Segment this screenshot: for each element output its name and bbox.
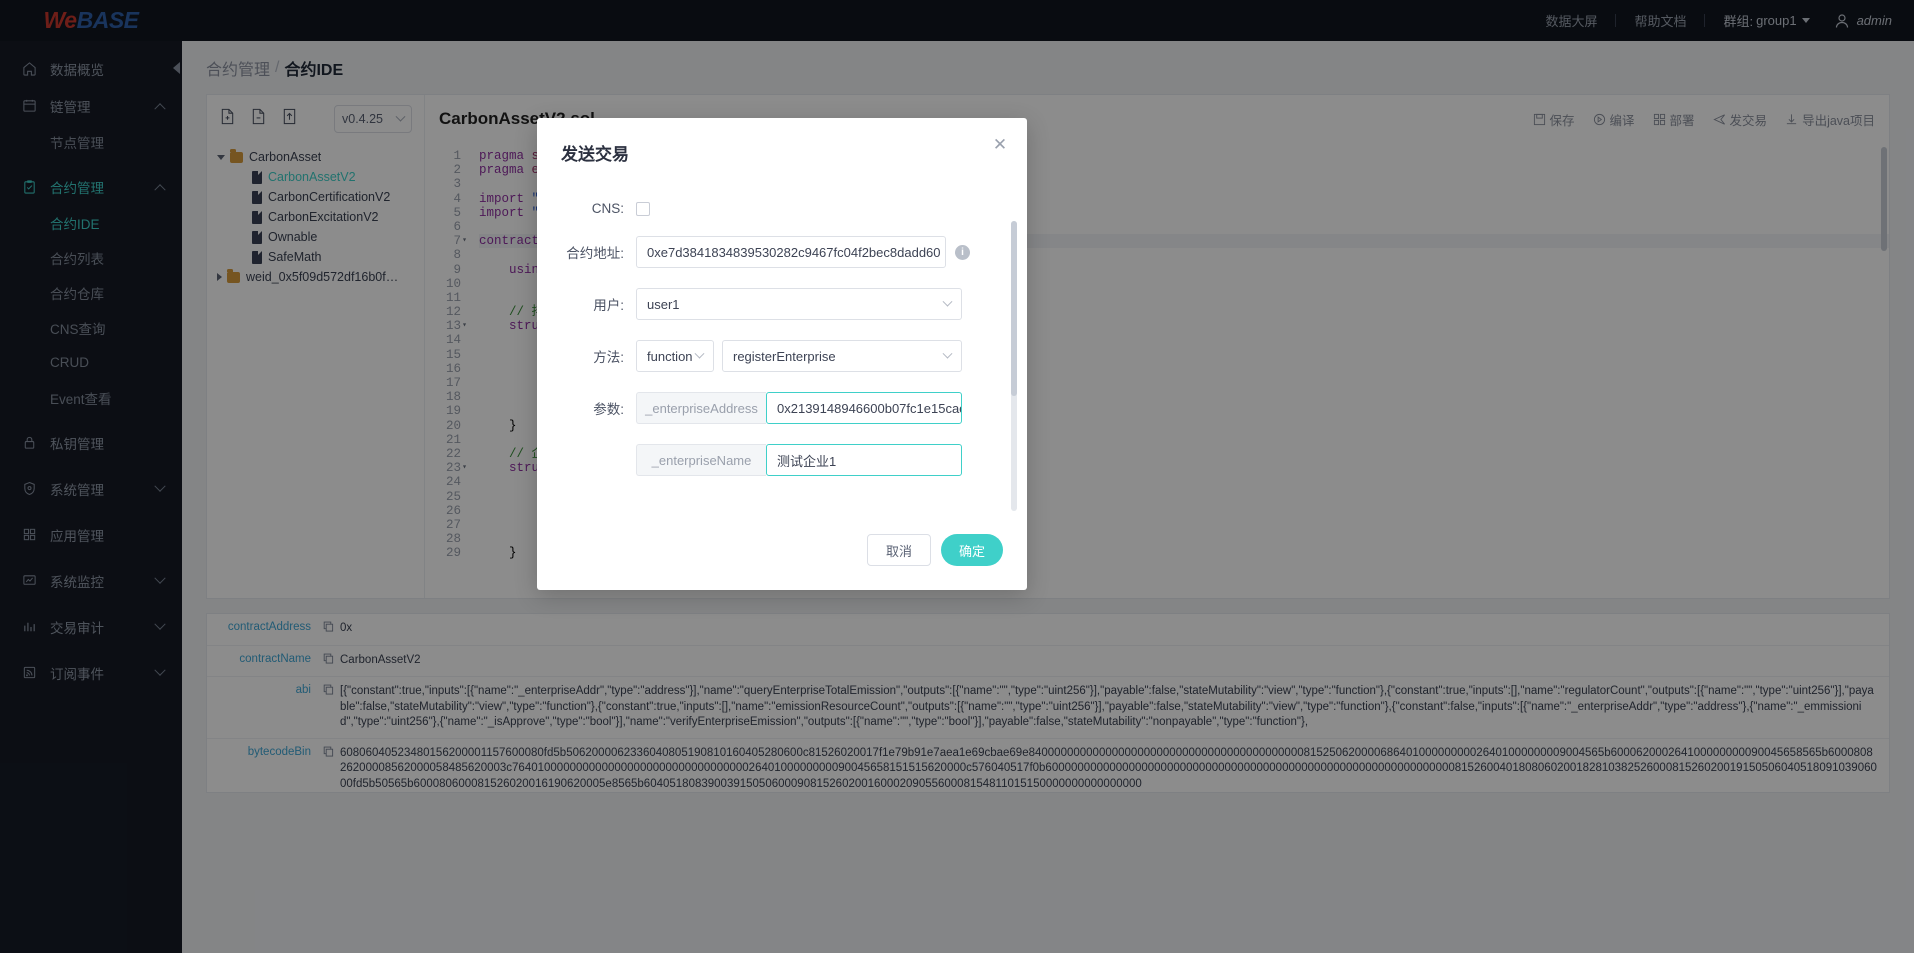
confirm-button[interactable]: 确定 [940, 534, 1003, 566]
method-name-select[interactable]: registerEnterprise [722, 340, 962, 372]
method-type-select[interactable]: function [636, 340, 714, 372]
method-row: 方法: function registerEnterprise [561, 340, 1003, 372]
cns-label: CNS: [591, 201, 624, 216]
method-name-value: registerEnterprise [733, 348, 836, 364]
user-label: 用户: [593, 298, 624, 313]
param-value: 测试企业1 [777, 453, 837, 469]
user-select[interactable]: user1 [636, 288, 962, 320]
user-value: user1 [647, 296, 680, 312]
chevron-down-icon [942, 348, 953, 359]
method-type-value: function [647, 348, 693, 364]
param-value: 0x2139148946600b07fc1e15cae7 [777, 400, 962, 416]
info-icon[interactable]: i [955, 244, 970, 260]
chevron-down-icon [694, 348, 705, 359]
dialog-title: 发送交易 [561, 145, 629, 164]
dialog-header: 发送交易 ✕ [537, 118, 1027, 165]
param-row-0: 参数: _enterpriseAddress 0x2139148946600b0… [561, 392, 1003, 424]
contract-address-row: 合约地址: 0xe7d3841834839530282c9467fc04f2be… [561, 236, 1003, 268]
param-value-input[interactable]: 0x2139148946600b07fc1e15cae7 [766, 392, 962, 424]
dialog-scrollbar[interactable] [1011, 221, 1017, 511]
dialog-body: CNS: 合约地址: 0xe7d3841834839530282c9467fc0… [537, 165, 1027, 534]
cns-row: CNS: [561, 201, 1003, 216]
contract-address-label: 合约地址: [566, 246, 624, 261]
method-label: 方法: [593, 350, 624, 365]
contract-address-input[interactable]: 0xe7d3841834839530282c9467fc04f2bec8dadd… [636, 236, 946, 268]
param-value-input[interactable]: 测试企业1 [766, 444, 962, 476]
user-row: 用户: user1 [561, 288, 1003, 320]
close-icon[interactable]: ✕ [991, 136, 1009, 154]
contract-address-value: 0xe7d3841834839530282c9467fc04f2bec8dadd… [647, 244, 941, 260]
param-name: _enterpriseAddress [636, 392, 766, 424]
chevron-down-icon [942, 296, 953, 307]
send-transaction-dialog: 发送交易 ✕ CNS: 合约地址: 0xe7d3841834839530282c… [537, 118, 1027, 590]
params-label: 参数: [593, 402, 624, 417]
cns-checkbox[interactable] [636, 201, 650, 216]
param-row-1: _enterpriseName 测试企业1 [561, 444, 1003, 476]
dialog-footer: 取消 确定 [537, 534, 1027, 590]
param-name: _enterpriseName [636, 444, 766, 476]
cancel-button[interactable]: 取消 [866, 534, 931, 566]
